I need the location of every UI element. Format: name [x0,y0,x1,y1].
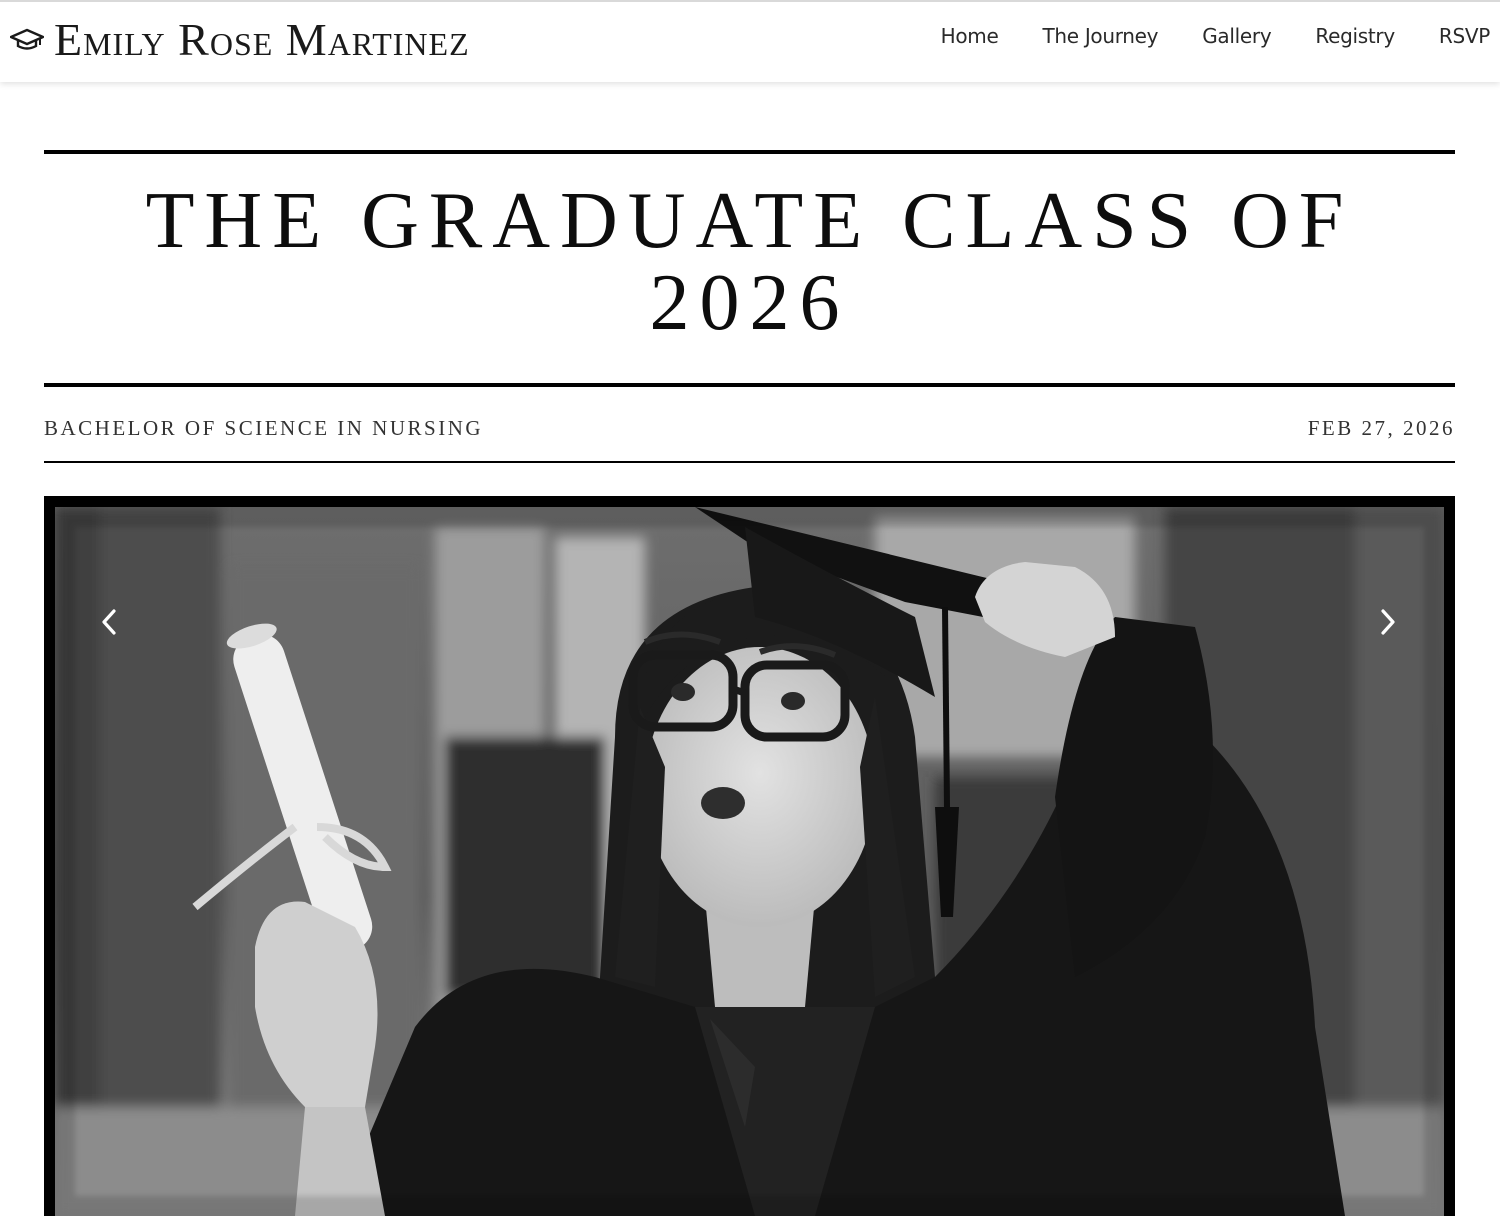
title-top-rule [44,150,1455,154]
nav-the-journey[interactable]: The Journey [1042,24,1158,48]
nav-home[interactable]: Home [941,24,999,48]
chevron-right-icon [1381,609,1395,635]
meta-row: BACHELOR OF SCIENCE IN NURSING FEB 27, 2… [44,414,1455,442]
event-date: FEB 27, 2026 [1307,415,1455,440]
graduate-photo [55,507,1444,1216]
chevron-left-icon [102,609,116,635]
degree-label: BACHELOR OF SCIENCE IN NURSING [44,415,484,440]
meta-bottom-rule [44,461,1455,463]
main-nav: Home The Journey Gallery Registry RSVP [941,24,1491,48]
site-title: Emily Rose Martinez [54,14,470,65]
carousel-slide [55,507,1444,1216]
page-title-line-2: 2026 [649,259,850,347]
brand[interactable]: Emily Rose Martinez [10,14,470,66]
page-title-line-1: THE GRADUATE CLASS OF [145,177,1354,265]
page-title: THE GRADUATE CLASS OF 2026 [44,180,1455,344]
nav-registry[interactable]: Registry [1315,24,1395,48]
nav-gallery[interactable]: Gallery [1202,24,1271,48]
nav-rsvp[interactable]: RSVP [1439,24,1490,48]
carousel-next-button[interactable] [1366,600,1410,644]
graduation-cap-icon [10,28,44,50]
site-header: Emily Rose Martinez Home The Journey Gal… [0,0,1500,82]
title-bottom-rule [44,383,1455,387]
photo-carousel [44,496,1455,1216]
carousel-prev-button[interactable] [87,600,131,644]
